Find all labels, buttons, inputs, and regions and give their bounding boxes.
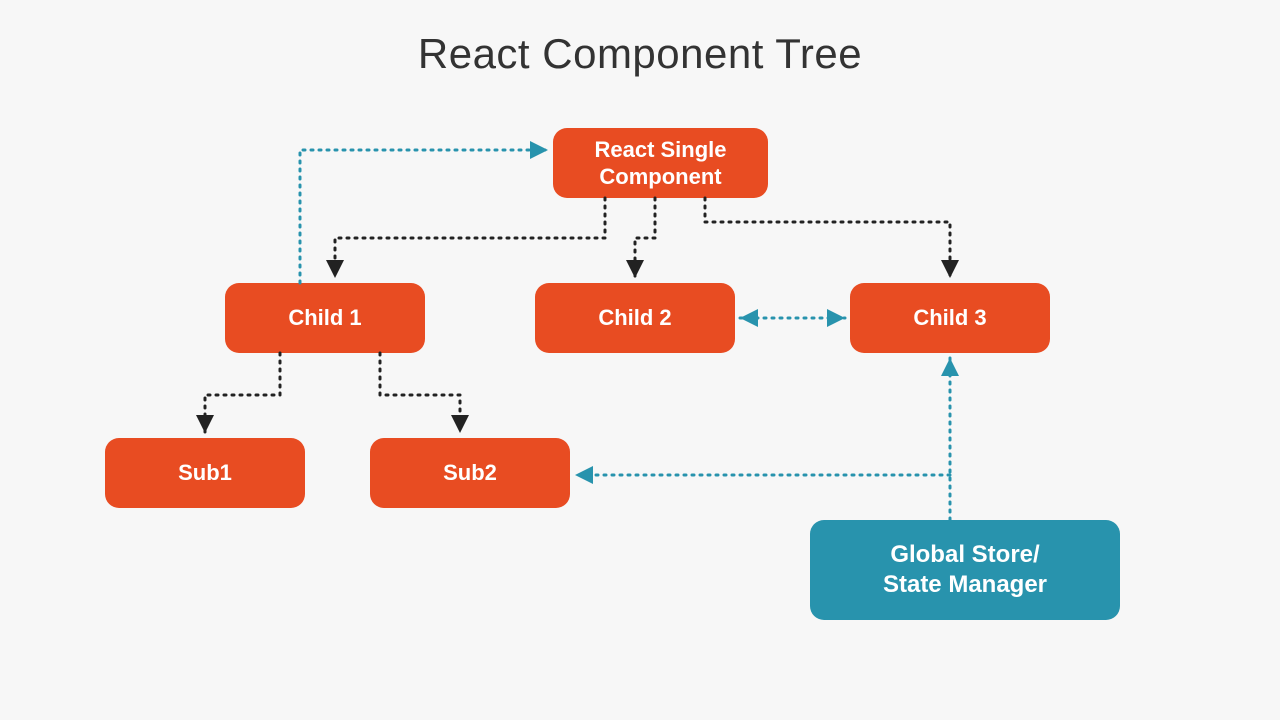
node-sub2: Sub2 <box>370 438 570 508</box>
node-root-label: React Single Component <box>563 136 758 191</box>
node-child3: Child 3 <box>850 283 1050 353</box>
diagram-title: React Component Tree <box>0 30 1280 78</box>
edge-child1-sub2 <box>380 353 460 433</box>
node-store-label: Global Store/ State Manager <box>883 540 1047 600</box>
node-sub1-label: Sub1 <box>178 459 232 487</box>
node-child2: Child 2 <box>535 283 735 353</box>
node-child1-label: Child 1 <box>288 304 361 332</box>
edge-root-child1 <box>335 198 605 278</box>
node-root: React Single Component <box>553 128 768 198</box>
edge-root-child3 <box>705 198 950 278</box>
node-sub1: Sub1 <box>105 438 305 508</box>
node-sub2-label: Sub2 <box>443 459 497 487</box>
node-child1: Child 1 <box>225 283 425 353</box>
edge-root-child2 <box>635 198 655 278</box>
node-child2-label: Child 2 <box>598 304 671 332</box>
edge-child1-sub1 <box>205 353 280 433</box>
node-child3-label: Child 3 <box>913 304 986 332</box>
edge-child1-root-loop <box>300 150 548 283</box>
node-store: Global Store/ State Manager <box>810 520 1120 620</box>
